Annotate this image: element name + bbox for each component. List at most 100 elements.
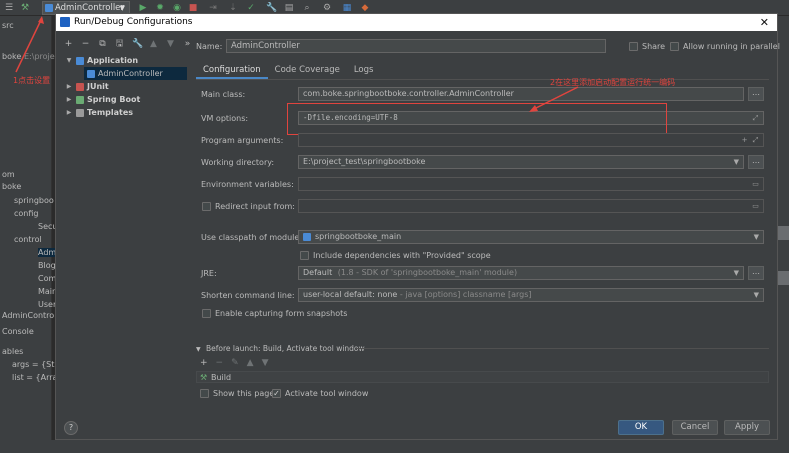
cancel-button[interactable]: Cancel (672, 420, 718, 435)
vcs-icon[interactable]: ✓ (246, 3, 256, 13)
help-button[interactable]: ? (64, 421, 78, 435)
run-icon[interactable]: ▶ (138, 3, 148, 13)
shorten-select[interactable]: user-local default: none - java [options… (298, 288, 764, 302)
annotation-box (287, 103, 667, 135)
vm-options-label: VM options: (201, 114, 249, 123)
redirect-checkbox[interactable] (202, 202, 211, 211)
add-macro-icon[interactable]: + (740, 136, 749, 144)
save-icon[interactable]: 🖫 (115, 38, 124, 50)
settings-icon[interactable]: ⚙ (322, 3, 332, 13)
ide-text[interactable]: Com (38, 274, 56, 283)
show-page-checkbox[interactable] (200, 389, 209, 398)
close-icon[interactable]: ✕ (760, 14, 769, 31)
ide-text[interactable]: config (14, 209, 38, 218)
before-launch-list: ⚒ Build (196, 371, 769, 383)
move-down-icon[interactable]: ▼ (262, 358, 269, 368)
classpath-value: springbootboke_main (315, 232, 402, 241)
collapsed-arrow-icon[interactable]: ▶ (65, 93, 73, 106)
tree-item-templates[interactable]: ▶ Templates (56, 106, 188, 119)
browse-button[interactable]: … (748, 87, 764, 101)
collapsed-arrow-icon[interactable]: ▶ (65, 80, 73, 93)
working-dir-field[interactable]: E:\project_test\springbootboke ▼ (298, 155, 744, 169)
copy-icon[interactable]: ⧉ (98, 38, 107, 50)
folder-icon[interactable]: ▭ (751, 180, 760, 188)
redirect-field[interactable]: ▭ (298, 199, 764, 213)
tree-item-junit[interactable]: ▶ JUnit (56, 80, 188, 93)
expanded-arrow-icon[interactable]: ▼ (65, 54, 73, 67)
tree-item-label: AdminController (98, 69, 163, 78)
name-field[interactable]: AdminController (226, 39, 606, 53)
tab-configuration[interactable]: Configuration (196, 63, 268, 79)
more-icon[interactable]: » (183, 38, 192, 50)
application-icon (87, 70, 95, 78)
stop-icon[interactable]: ■ (188, 3, 198, 13)
tree-item-label: Spring Boot (87, 95, 141, 104)
remove-icon[interactable]: − (81, 38, 90, 50)
tree-item-spring-boot[interactable]: ▶ Spring Boot (56, 93, 188, 106)
env-vars-field[interactable]: ▭ (298, 177, 764, 191)
expand-icon[interactable]: ⤢ (751, 114, 760, 122)
snapshots-checkbox[interactable] (202, 309, 211, 318)
expanded-arrow-icon: ▼ (196, 346, 201, 353)
coverage-icon[interactable]: ◉ (172, 3, 182, 13)
spring-boot-icon (76, 96, 84, 104)
jre-select[interactable]: Default (1.8 - SDK of 'springbootboke_ma… (298, 266, 744, 280)
chevron-down-icon[interactable]: ▼ (734, 267, 739, 279)
collapsed-arrow-icon[interactable]: ▶ (65, 106, 73, 119)
junit-icon (76, 83, 84, 91)
before-launch-label: Before launch: Build, Activate tool wind… (206, 344, 365, 353)
add-icon[interactable]: + (64, 38, 73, 50)
search-icon[interactable]: ⌕ (302, 3, 312, 13)
activate-tool-checkbox[interactable]: ✓ (272, 389, 281, 398)
database-icon[interactable]: ▦ (342, 3, 352, 13)
apply-button[interactable]: Apply (724, 420, 770, 435)
share-checkbox[interactable] (629, 42, 638, 51)
section-divider (356, 348, 769, 349)
attach-icon[interactable]: ⇥ (208, 3, 218, 13)
ide-text[interactable]: springboo (14, 196, 54, 205)
ide-text[interactable]: Adm (38, 248, 57, 257)
include-deps-checkbox[interactable] (300, 251, 309, 260)
expand-icon[interactable]: ⤢ (751, 136, 760, 144)
remove-icon[interactable]: − (216, 358, 224, 368)
ide-text[interactable]: Blog (38, 261, 56, 270)
chevron-down-icon[interactable]: ▼ (734, 156, 739, 168)
activate-tool-label: Activate tool window (285, 389, 369, 398)
menu-icon[interactable]: ☰ (4, 3, 14, 13)
ide-right-strip (778, 16, 789, 453)
ide-text[interactable]: User (38, 300, 56, 309)
folder-icon[interactable]: ▤ (284, 3, 294, 13)
program-args-field[interactable]: + ⤢ (298, 133, 764, 147)
browse-button[interactable]: … (748, 155, 764, 169)
move-up-icon[interactable]: ▲ (149, 38, 158, 50)
update-icon[interactable]: ⇣ (228, 3, 238, 13)
chevron-down-icon[interactable]: ▼ (754, 289, 759, 301)
application-icon (45, 4, 53, 12)
move-down-icon[interactable]: ▼ (166, 38, 175, 50)
browse-button[interactable]: … (748, 266, 764, 280)
build-item-label[interactable]: Build (211, 372, 231, 383)
allow-parallel-checkbox[interactable] (670, 42, 679, 51)
tab-logs[interactable]: Logs (347, 63, 381, 79)
ide-text[interactable]: control (14, 235, 42, 244)
tree-item-admincontroller[interactable]: AdminController (84, 67, 187, 80)
ide-text[interactable]: boke (2, 182, 21, 191)
debug-icon[interactable]: ✹ (155, 3, 165, 13)
wrench-icon[interactable]: 🔧 (266, 3, 277, 13)
hammer-icon[interactable]: ⚒ (20, 3, 30, 13)
folder-icon[interactable]: ▭ (751, 202, 760, 210)
shorten-value: user-local default: none (303, 290, 398, 299)
classpath-select[interactable]: springbootboke_main ▼ (298, 230, 764, 244)
plugin-icon[interactable]: ◆ (360, 3, 370, 13)
main-class-field[interactable]: com.boke.springbootboke.controller.Admin… (298, 87, 744, 101)
wrench-icon[interactable]: 🔧 (132, 38, 143, 50)
before-launch-section[interactable]: ▼ Before launch: Build, Activate tool wi… (196, 344, 365, 353)
edit-icon[interactable]: ✎ (231, 358, 239, 368)
move-up-icon[interactable]: ▲ (247, 358, 254, 368)
tab-code-coverage[interactable]: Code Coverage (268, 63, 347, 79)
add-icon[interactable]: + (200, 358, 208, 368)
ide-text[interactable]: Console (2, 327, 34, 336)
tree-item-application[interactable]: ▼ Application (56, 54, 188, 67)
chevron-down-icon[interactable]: ▼ (754, 231, 759, 243)
ok-button[interactable]: OK (618, 420, 664, 435)
